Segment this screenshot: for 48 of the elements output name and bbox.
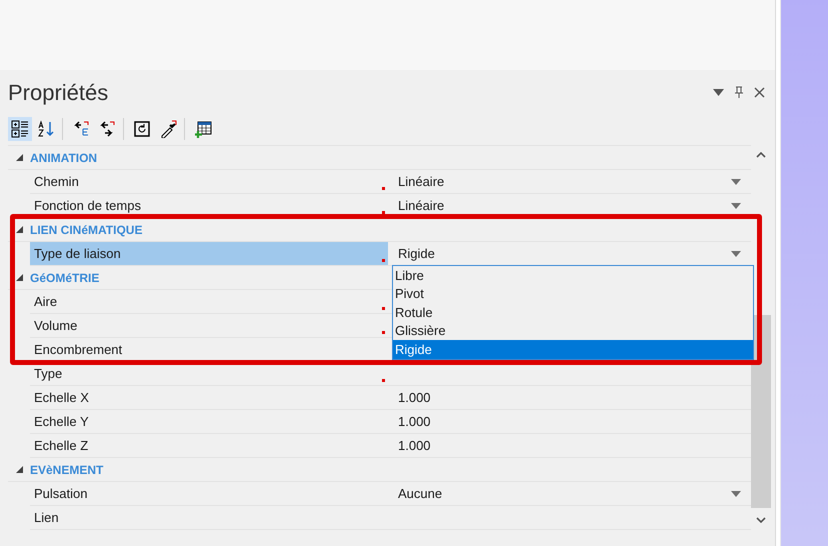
property-name-cell[interactable]: Type de liaison	[30, 242, 388, 266]
caret-icon	[731, 202, 741, 208]
property-name-cell[interactable]: Echelle Y	[30, 410, 388, 434]
property-name-cell[interactable]: Volume	[30, 314, 388, 338]
category-label: ANIMATION	[30, 150, 98, 166]
property-value-cell[interactable]: 1.000	[388, 434, 751, 458]
collapse-icon[interactable]	[16, 274, 22, 281]
property-name-cell[interactable]: Encombrement	[30, 338, 388, 362]
scroll-down-icon[interactable]	[756, 517, 766, 523]
dropdown-option[interactable]: Rotule	[393, 303, 753, 322]
category-label: GéOMéTRIE	[30, 270, 100, 286]
property-name-cell[interactable]: Lien	[30, 506, 388, 530]
collapse-icon[interactable]	[16, 226, 22, 233]
toolbar-button[interactable]	[8, 117, 32, 141]
panel-title: Propriétés	[8, 78, 108, 107]
property-name-cell[interactable]: Aire	[30, 290, 388, 314]
dropdown-option[interactable]: Libre	[393, 266, 753, 284]
category-label: LIEN CINéMATIQUE	[30, 222, 142, 238]
property-value-cell[interactable]: Aucune	[388, 482, 751, 506]
arrow-icon	[72, 120, 90, 138]
property-name-cell[interactable]: Echelle X	[30, 386, 388, 410]
property-name-cell[interactable]: Type	[30, 362, 388, 386]
property-value-cell[interactable]: 1.000	[388, 410, 751, 434]
categorized-icon	[11, 120, 29, 138]
collapse-icon[interactable]	[16, 466, 22, 473]
property-name-cell[interactable]: Pulsation	[30, 482, 388, 506]
collapse-icon[interactable]	[16, 154, 22, 161]
arrows-icon	[98, 120, 116, 138]
caret-icon[interactable]	[713, 88, 724, 96]
caret-icon	[731, 490, 741, 496]
caret-icon	[731, 178, 741, 184]
eyedropper-icon	[159, 120, 177, 138]
refresh-icon	[133, 120, 151, 138]
dropdown-option[interactable]: Pivot	[393, 284, 753, 303]
caret-icon	[731, 250, 741, 256]
sort-icon	[37, 120, 55, 138]
property-name-cell[interactable]: Chemin	[30, 170, 388, 194]
property-value-cell[interactable]: Linéaire	[388, 170, 751, 194]
property-name-cell[interactable]: Fonction de temps	[30, 194, 388, 218]
scroll-up-icon[interactable]	[756, 152, 766, 158]
close-icon[interactable]	[754, 86, 765, 98]
dropdown-option[interactable]: Glissière	[393, 322, 753, 340]
property-name-cell[interactable]: Echelle Z	[30, 434, 388, 458]
category-label: EVèNEMENT	[30, 462, 104, 478]
property-value-cell[interactable]: 1.000	[388, 386, 751, 410]
grid-add-icon	[194, 120, 212, 138]
dropdown-option[interactable]: Rigide	[393, 340, 753, 358]
pin-icon[interactable]	[734, 86, 744, 98]
